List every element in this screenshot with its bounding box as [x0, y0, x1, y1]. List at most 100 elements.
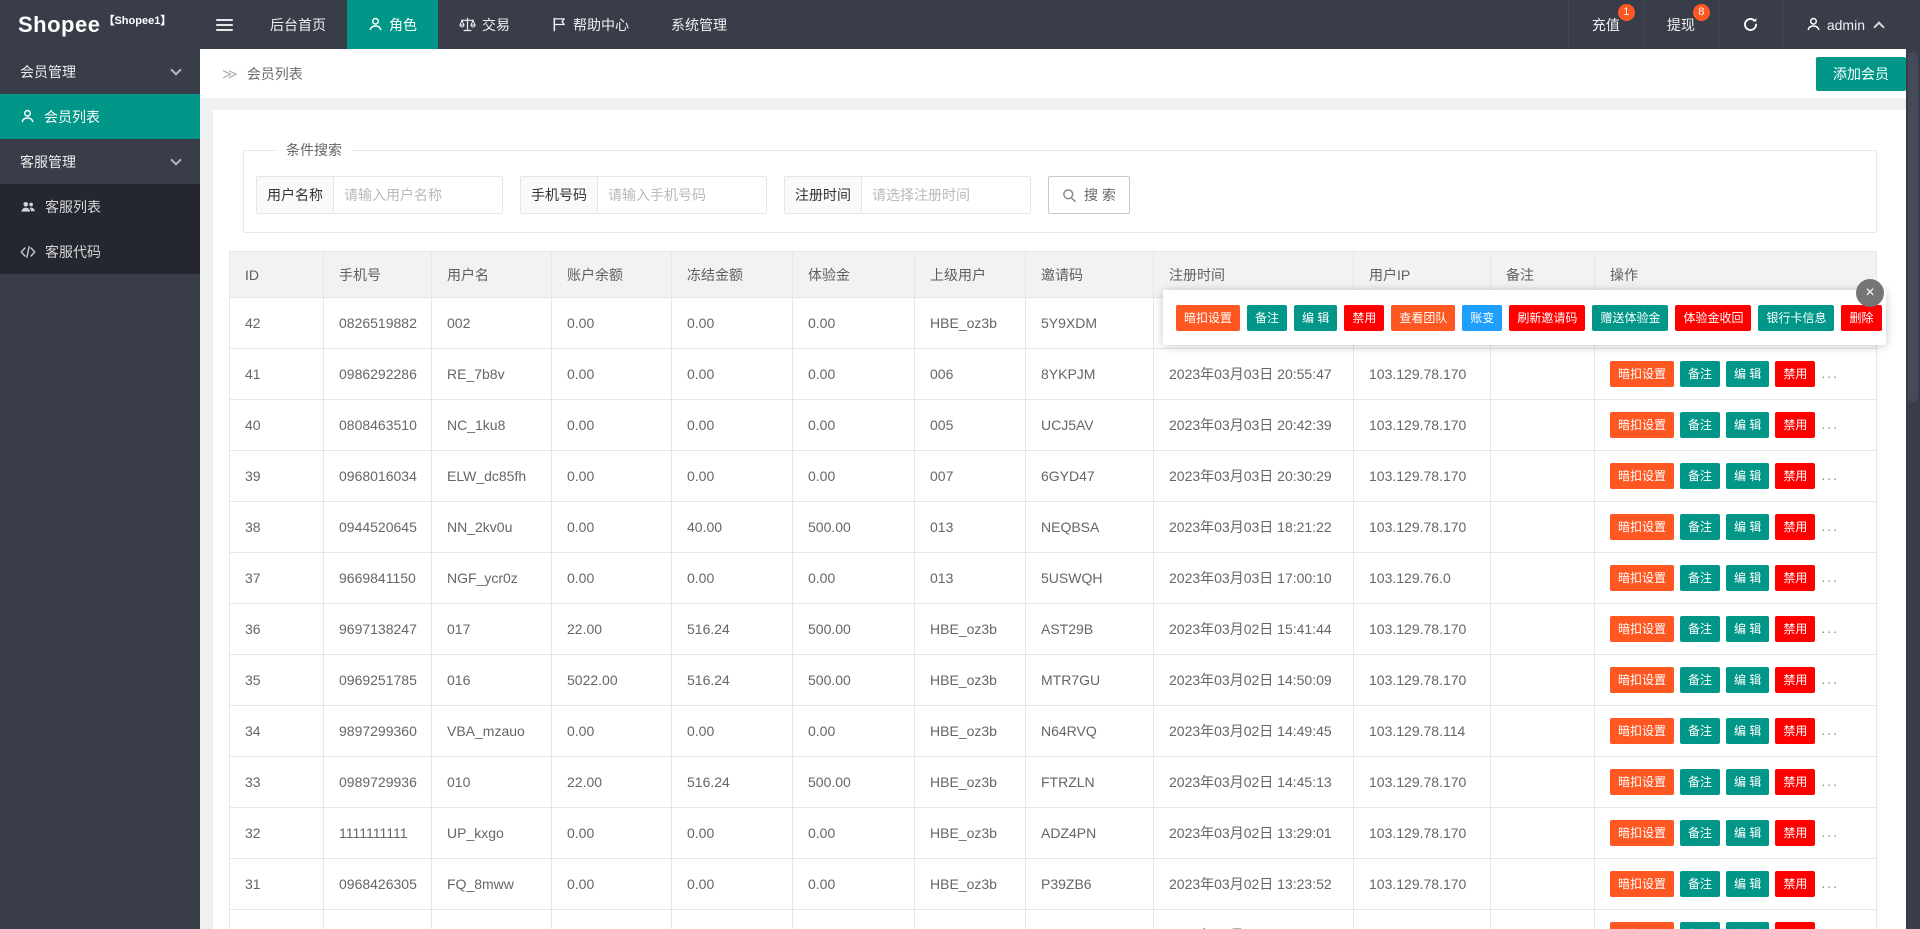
search-input-1[interactable]: [598, 177, 766, 213]
popup-action-button[interactable]: 编 辑: [1294, 304, 1338, 331]
row-action-button[interactable]: 暗扣设置: [1610, 769, 1675, 795]
row-action-button[interactable]: 备注: [1680, 871, 1721, 897]
row-action-button[interactable]: 暗扣设置: [1610, 820, 1675, 846]
cell-ip: 103.129.78.170: [1353, 348, 1491, 400]
popup-action-button[interactable]: 赠送体验金: [1592, 304, 1669, 331]
sidebar-item-4[interactable]: 客服代码: [0, 229, 200, 274]
row-action-button[interactable]: 暗扣设置: [1610, 718, 1675, 744]
popup-action-button[interactable]: 查看团队: [1391, 304, 1456, 331]
search-button[interactable]: 搜 索: [1048, 176, 1130, 214]
row-action-button[interactable]: 暗扣设置: [1610, 667, 1675, 693]
row-action-button[interactable]: 编 辑: [1726, 820, 1770, 846]
cell-balance: 0.00: [551, 450, 672, 502]
popup-action-button[interactable]: 银行卡信息: [1758, 304, 1835, 331]
nav-item-1[interactable]: 角色: [347, 0, 438, 49]
more-actions-button[interactable]: ...: [1821, 467, 1839, 483]
row-action-button[interactable]: 禁用: [1775, 871, 1816, 897]
close-icon[interactable]: ×: [1856, 279, 1884, 307]
more-actions-button[interactable]: ...: [1821, 620, 1839, 636]
row-action-button[interactable]: 编 辑: [1726, 514, 1770, 540]
more-actions-button[interactable]: ...: [1821, 518, 1839, 534]
row-action-button[interactable]: 暗扣设置: [1610, 412, 1675, 438]
row-action-button[interactable]: 禁用: [1775, 667, 1816, 693]
row-action-button[interactable]: 禁用: [1775, 616, 1816, 642]
sidebar-item-3[interactable]: 客服列表: [0, 184, 200, 229]
sidebar-item-2[interactable]: 客服管理: [0, 139, 200, 184]
row-action-button[interactable]: 编 辑: [1726, 871, 1770, 897]
row-action-button[interactable]: 编 辑: [1726, 361, 1770, 387]
page-scrollbar[interactable]: [1906, 0, 1920, 929]
more-actions-button[interactable]: ...: [1821, 416, 1839, 432]
more-actions-button[interactable]: ...: [1821, 365, 1839, 381]
popup-action-button[interactable]: 删除: [1841, 304, 1882, 331]
add-member-button[interactable]: 添加会员: [1816, 56, 1906, 91]
nav-item-0[interactable]: 后台首页: [249, 0, 347, 49]
row-action-button[interactable]: 禁用: [1775, 718, 1816, 744]
cell-username: NN_2kv0u: [431, 501, 552, 553]
row-action-button[interactable]: 编 辑: [1726, 922, 1770, 929]
search-input-2[interactable]: [862, 177, 1030, 213]
more-actions-button[interactable]: ...: [1821, 875, 1839, 891]
row-action-button[interactable]: 备注: [1680, 463, 1721, 489]
row-action-button[interactable]: 禁用: [1775, 412, 1816, 438]
row-action-button[interactable]: 编 辑: [1726, 667, 1770, 693]
sidebar-item-0[interactable]: 会员管理: [0, 49, 200, 94]
nav-item-2[interactable]: 交易: [438, 0, 531, 49]
popup-action-button[interactable]: 禁用: [1344, 304, 1385, 331]
more-actions-button[interactable]: ...: [1821, 671, 1839, 687]
row-action-button[interactable]: 禁用: [1775, 565, 1816, 591]
nav-item-提现[interactable]: 提现 8: [1642, 0, 1718, 49]
row-action-button[interactable]: 备注: [1680, 361, 1721, 387]
row-action-button[interactable]: 禁用: [1775, 922, 1816, 929]
row-action-button[interactable]: 禁用: [1775, 361, 1816, 387]
row-action-button[interactable]: 备注: [1680, 514, 1721, 540]
chevron-up-icon: [1873, 20, 1885, 33]
row-action-button[interactable]: 禁用: [1775, 463, 1816, 489]
nav-item-充值[interactable]: 充值 1: [1567, 0, 1643, 49]
row-action-button[interactable]: 备注: [1680, 565, 1721, 591]
row-action-button[interactable]: 暗扣设置: [1610, 565, 1675, 591]
row-action-button[interactable]: 编 辑: [1726, 718, 1770, 744]
row-action-button[interactable]: 禁用: [1775, 820, 1816, 846]
nav-item-3[interactable]: 帮助中心: [531, 0, 650, 49]
refresh-button[interactable]: [1717, 0, 1782, 49]
user-menu[interactable]: admin: [1781, 0, 1906, 49]
row-action-button[interactable]: 暗扣设置: [1610, 514, 1675, 540]
row-action-button[interactable]: 备注: [1680, 769, 1721, 795]
row-action-button[interactable]: 暗扣设置: [1610, 616, 1675, 642]
sidebar-item-1[interactable]: 会员列表: [0, 94, 200, 139]
row-action-button[interactable]: 禁用: [1775, 514, 1816, 540]
scrollbar-thumb[interactable]: [1908, 52, 1918, 402]
popup-action-button[interactable]: 刷新邀请码: [1509, 304, 1586, 331]
row-action-button[interactable]: 禁用: [1775, 769, 1816, 795]
popup-action-button[interactable]: 备注: [1247, 304, 1288, 331]
search-input-0[interactable]: [334, 177, 502, 213]
row-action-button[interactable]: 编 辑: [1726, 769, 1770, 795]
row-action-button[interactable]: 暗扣设置: [1610, 922, 1675, 929]
row-action-button[interactable]: 编 辑: [1726, 565, 1770, 591]
row-action-button[interactable]: 备注: [1680, 616, 1721, 642]
more-actions-button[interactable]: ...: [1821, 722, 1839, 738]
row-action-button[interactable]: 备注: [1680, 412, 1721, 438]
sidebar-item-label: 会员列表: [44, 108, 100, 125]
row-action-button[interactable]: 暗扣设置: [1610, 361, 1675, 387]
row-action-button[interactable]: 编 辑: [1726, 412, 1770, 438]
row-action-button[interactable]: 备注: [1680, 667, 1721, 693]
popup-action-button[interactable]: 体验金收回: [1675, 304, 1752, 331]
row-action-button[interactable]: 备注: [1680, 922, 1721, 929]
row-action-button[interactable]: 暗扣设置: [1610, 463, 1675, 489]
more-actions-button[interactable]: ...: [1821, 773, 1839, 789]
row-action-button[interactable]: 编 辑: [1726, 616, 1770, 642]
sidebar-toggle-button[interactable]: [200, 0, 249, 49]
row-action-button[interactable]: 编 辑: [1726, 463, 1770, 489]
popup-action-button[interactable]: 账变: [1462, 304, 1503, 331]
row-action-button[interactable]: 暗扣设置: [1610, 871, 1675, 897]
cell-trial: 1,000.00: [792, 909, 915, 929]
nav-item-4[interactable]: 系统管理: [650, 0, 748, 49]
more-actions-button[interactable]: ...: [1821, 569, 1839, 585]
row-action-button[interactable]: 备注: [1680, 820, 1721, 846]
row-action-button[interactable]: 备注: [1680, 718, 1721, 744]
nav-item-label: 后台首页: [270, 16, 326, 33]
more-actions-button[interactable]: ...: [1821, 824, 1839, 840]
popup-action-button[interactable]: 暗扣设置: [1176, 304, 1241, 331]
